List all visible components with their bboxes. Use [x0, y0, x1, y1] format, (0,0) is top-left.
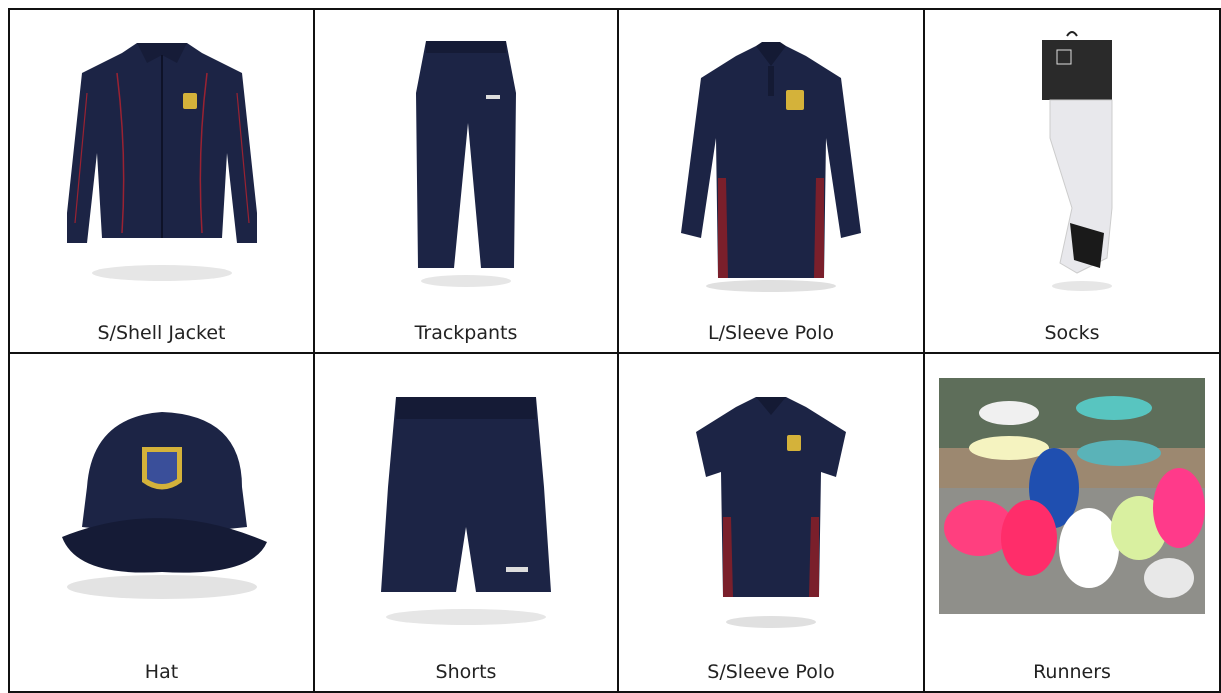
item-label: S/Shell Jacket [97, 322, 226, 344]
uniform-item-socks: Socks [923, 8, 1221, 352]
uniform-item-shorts: Shorts [313, 352, 617, 693]
uniform-item-long-sleeve-polo: L/Sleeve Polo [617, 8, 923, 352]
uniform-item-hat: Hat [8, 352, 313, 693]
cap-icon [10, 362, 313, 652]
item-label: S/Sleeve Polo [707, 661, 835, 683]
shorts-icon [315, 362, 617, 652]
jacket-icon [10, 18, 313, 308]
item-label: Runners [1033, 661, 1111, 683]
item-label: Hat [144, 661, 179, 683]
uniform-grid: S/Shell Jacket Trackpants L/Sleeve Polo … [8, 8, 1221, 693]
uniform-item-trackpants: Trackpants [313, 8, 617, 352]
short-sleeve-polo-icon [619, 362, 923, 652]
item-label: L/Sleeve Polo [708, 322, 834, 344]
item-label: Socks [1044, 322, 1100, 344]
item-label: Shorts [435, 661, 497, 683]
uniform-item-short-sleeve-polo: S/Sleeve Polo [617, 352, 923, 693]
trackpants-icon [315, 18, 617, 308]
socks-icon [925, 18, 1219, 308]
uniform-item-jacket: S/Shell Jacket [8, 8, 313, 352]
runners-photo [925, 378, 1219, 614]
item-label: Trackpants [414, 322, 518, 344]
long-sleeve-polo-icon [619, 18, 923, 308]
uniform-item-runners: Runners [923, 352, 1221, 693]
